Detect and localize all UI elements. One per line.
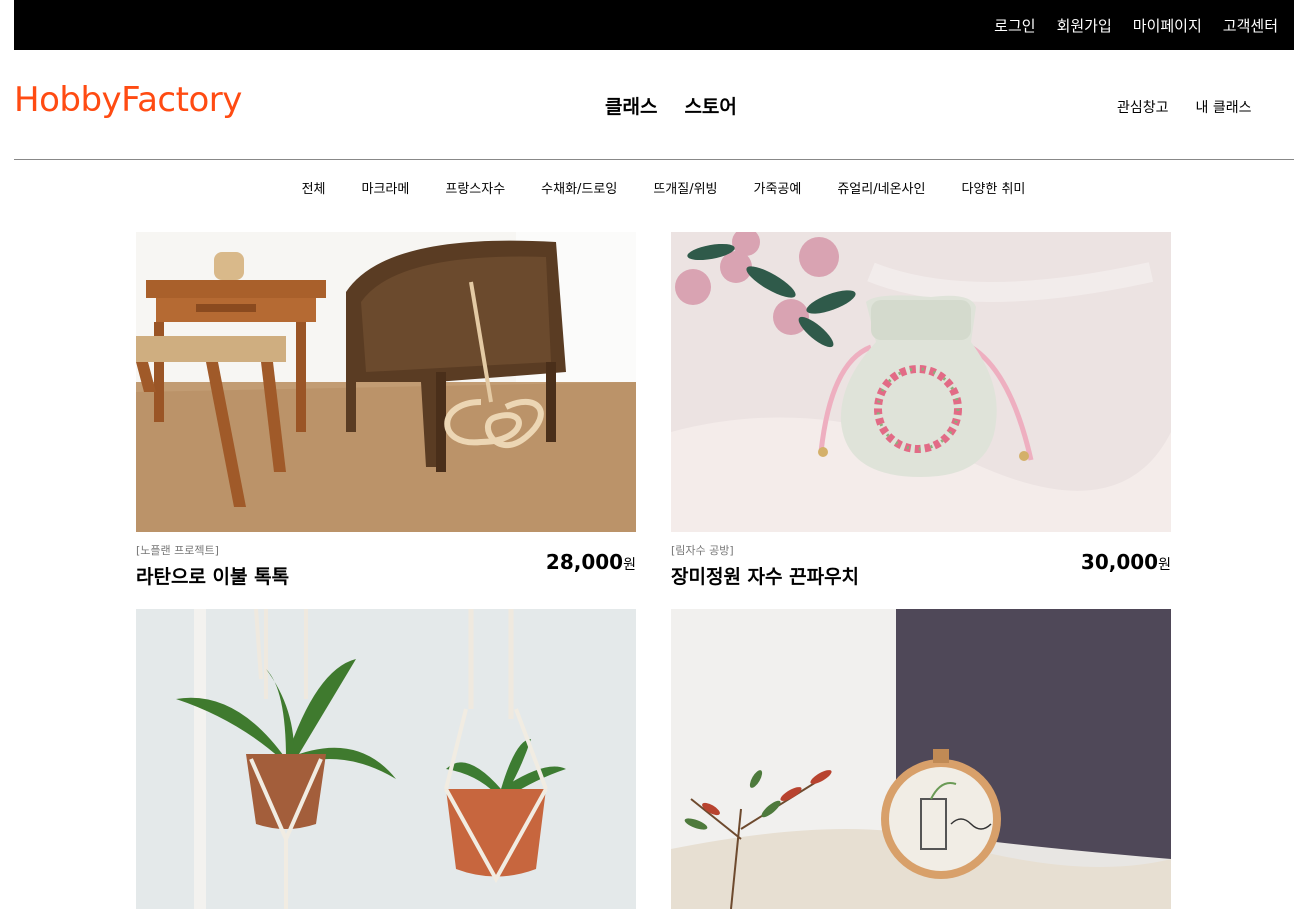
product-card[interactable] (671, 609, 1171, 909)
top-utility-bar: 로그인 회원가입 마이페이지 고객센터 (14, 0, 1294, 50)
product-card[interactable]: [노플랜 프로젝트] 라탄으로 이불 톡톡 28,000원 (136, 232, 636, 592)
utility-links: 로그인 회원가입 마이페이지 고객센터 (994, 0, 1278, 50)
category-jewelry-neon[interactable]: 쥬얼리/네온사인 (837, 178, 925, 197)
customer-center-link[interactable]: 고객센터 (1223, 15, 1278, 36)
category-nav: 전체 마크라메 프랑스자수 수채화/드로잉 뜨개질/위빙 가죽공예 쥬얼리/네온… (0, 178, 1305, 197)
main-nav: 클래스 스토어 (605, 92, 737, 119)
nav-class[interactable]: 클래스 (605, 92, 657, 119)
product-shop: [림자수 공방] (671, 544, 734, 557)
brand-logo[interactable]: HobbyFactory (14, 80, 242, 120)
product-shop: [노플랜 프로젝트] (136, 544, 219, 557)
price-currency: 원 (623, 557, 636, 573)
price-amount: 30,000 (1080, 550, 1159, 574)
price-currency: 원 (1158, 557, 1171, 573)
product-card[interactable] (136, 609, 636, 909)
signup-link[interactable]: 회원가입 (1057, 15, 1112, 36)
price-amount: 28,000 (545, 550, 624, 574)
product-image-embroidery-hoop[interactable] (671, 609, 1171, 909)
product-image-macrame[interactable] (136, 609, 636, 909)
category-macrame[interactable]: 마크라메 (362, 178, 410, 197)
product-meta: [노플랜 프로젝트] 라탄으로 이불 톡톡 28,000원 (136, 532, 636, 592)
product-image-rattan[interactable] (136, 232, 636, 532)
category-leather-craft[interactable]: 가죽공예 (754, 178, 802, 197)
my-class-link[interactable]: 내 클래스 (1196, 97, 1252, 117)
nav-store[interactable]: 스토어 (684, 92, 736, 119)
product-meta: [림자수 공방] 장미정원 자수 끈파우치 30,000원 (671, 532, 1171, 592)
header-divider (14, 159, 1294, 160)
product-title[interactable]: 라탄으로 이불 톡톡 (136, 562, 289, 589)
wishlist-link[interactable]: 관심창고 (1117, 97, 1169, 117)
product-image-pouch[interactable] (671, 232, 1171, 532)
category-french-embroidery[interactable]: 프랑스자수 (445, 178, 505, 197)
category-knitting-weaving[interactable]: 뜨개질/위빙 (653, 178, 717, 197)
product-title[interactable]: 장미정원 자수 끈파우치 (671, 562, 859, 589)
category-all[interactable]: 전체 (302, 178, 326, 197)
product-price: 30,000원 (1081, 550, 1171, 574)
login-link[interactable]: 로그인 (994, 15, 1035, 36)
product-card[interactable]: [림자수 공방] 장미정원 자수 끈파우치 30,000원 (671, 232, 1171, 592)
user-nav: 관심창고 내 클래스 (1117, 97, 1252, 117)
product-price: 28,000원 (546, 550, 636, 574)
category-watercolor-drawing[interactable]: 수채화/드로잉 (541, 178, 617, 197)
mypage-link[interactable]: 마이페이지 (1133, 15, 1202, 36)
category-various-hobbies[interactable]: 다양한 취미 (961, 178, 1025, 197)
